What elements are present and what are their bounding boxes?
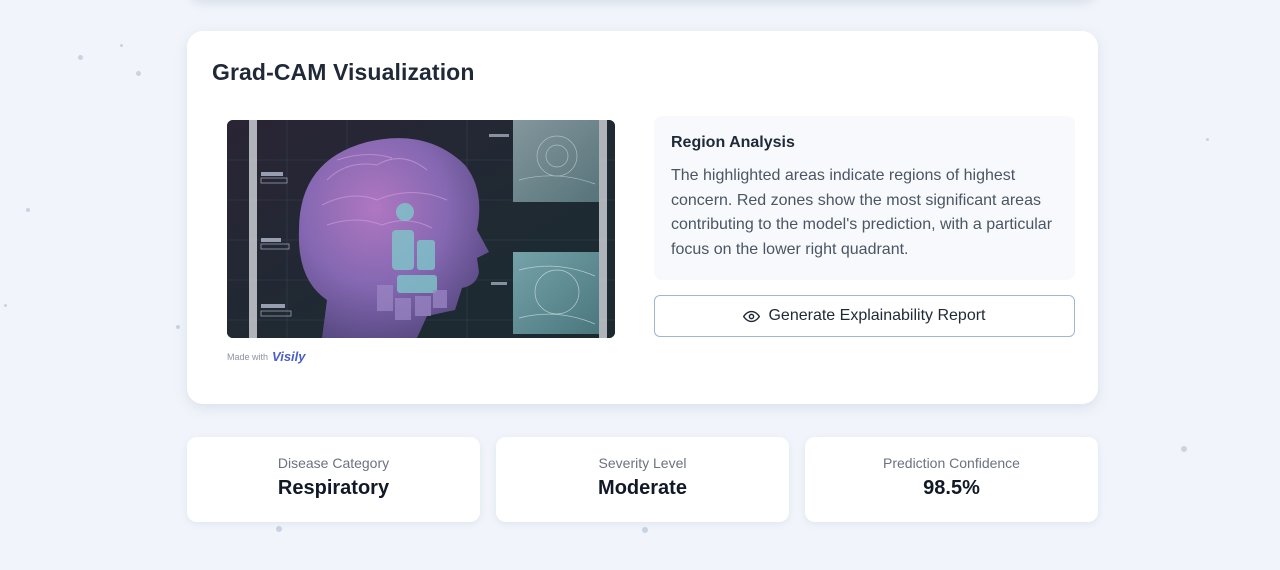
stat-value: Respiratory xyxy=(277,477,390,499)
background-dot xyxy=(4,304,7,307)
background-dot xyxy=(136,71,141,76)
background-dot xyxy=(26,208,30,212)
background-dot xyxy=(276,526,282,532)
card-title: Grad-CAM Visualization xyxy=(212,59,475,85)
gradcam-card: Grad-CAM Visualization Made with Visily … xyxy=(187,31,1098,404)
stat-card-disease-category: Disease Category Respiratory xyxy=(187,437,480,522)
stat-value: Moderate xyxy=(598,477,687,499)
background-dot xyxy=(1206,138,1209,141)
region-analysis-panel: Region Analysis The highlighted areas in… xyxy=(654,116,1075,280)
watermark-prefix: Made with xyxy=(227,351,269,362)
stat-label: Disease Category xyxy=(277,455,390,471)
background-dot xyxy=(1181,446,1187,452)
background-dot xyxy=(176,325,180,329)
background-dot xyxy=(642,527,648,533)
generate-explainability-report-button[interactable]: Generate Explainability Report xyxy=(654,295,1075,337)
stat-label: Severity Level xyxy=(598,455,687,471)
stat-card-prediction-confidence: Prediction Confidence 98.5% xyxy=(805,437,1098,522)
stat-value: 98.5% xyxy=(923,477,980,499)
gradcam-scan-image xyxy=(227,120,615,338)
visily-logo: Visily xyxy=(272,349,306,364)
region-analysis-text: The highlighted areas indicate regions o… xyxy=(671,167,1053,258)
background-dot xyxy=(78,55,83,60)
stat-label: Prediction Confidence xyxy=(883,455,1020,471)
report-button-label: Generate Explainability Report xyxy=(768,307,986,324)
eye-icon xyxy=(743,308,761,325)
stat-card-severity-level: Severity Level Moderate xyxy=(496,437,789,522)
made-with-watermark: Made with Visily xyxy=(227,349,306,364)
background-dot xyxy=(120,44,123,47)
region-analysis-title: Region Analysis xyxy=(671,134,795,151)
